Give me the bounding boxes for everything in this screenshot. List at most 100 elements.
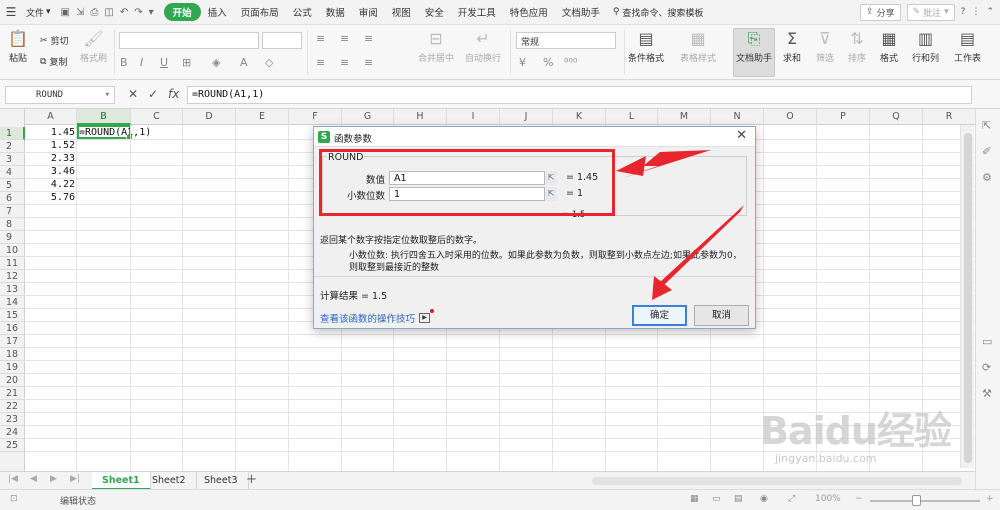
- zoom-slider-handle[interactable]: [912, 495, 921, 506]
- export-icon[interactable]: ⇲: [76, 7, 84, 18]
- cell-b1[interactable]: =ROUND(A1,1): [79, 126, 151, 139]
- align-middle-icon[interactable]: ≡: [340, 32, 349, 45]
- row-header-21[interactable]: 21: [0, 387, 25, 400]
- select-all-corner[interactable]: [0, 109, 25, 125]
- property-icon[interactable]: ⚙: [982, 171, 992, 184]
- select-icon[interactable]: ⇱: [982, 119, 991, 132]
- auto-wrap-button[interactable]: ↵ 自动换行: [465, 30, 501, 65]
- align-bottom-icon[interactable]: ≡: [364, 32, 373, 45]
- row-header-4[interactable]: 4: [0, 166, 25, 179]
- row-header-7[interactable]: 7: [0, 205, 25, 218]
- view-normal-icon[interactable]: ▦: [690, 494, 699, 504]
- tab-doc-helper[interactable]: 文档助手: [555, 5, 607, 19]
- row-col-button[interactable]: ▥ 行和列: [912, 30, 939, 65]
- backup-icon[interactable]: ⟳: [982, 361, 991, 374]
- column-header-g[interactable]: G: [342, 109, 394, 125]
- tab-data[interactable]: 数据: [319, 5, 352, 19]
- cell-a6[interactable]: 5.76: [25, 191, 75, 204]
- tab-review[interactable]: 审阅: [352, 5, 385, 19]
- file-menu[interactable]: 文件 ▾: [22, 6, 55, 19]
- format-painter-button[interactable]: 🖌 格式刷: [80, 30, 107, 65]
- sheet-tab-2[interactable]: Sheet2: [142, 472, 197, 490]
- save-icon[interactable]: ▣: [61, 7, 70, 18]
- sort-button[interactable]: ⇅ 排序: [848, 30, 866, 65]
- column-header-a[interactable]: A: [25, 109, 77, 125]
- undo-icon[interactable]: ↶: [120, 7, 128, 18]
- column-header-l[interactable]: L: [606, 109, 658, 125]
- row-header-6[interactable]: 6: [0, 192, 25, 205]
- tab-security[interactable]: 安全: [418, 5, 451, 19]
- cell-a5[interactable]: 4.22: [25, 178, 75, 191]
- panel-icon[interactable]: ▭: [982, 335, 992, 348]
- column-header-q[interactable]: Q: [870, 109, 923, 125]
- column-header-m[interactable]: M: [658, 109, 711, 125]
- view-break-icon[interactable]: ▤: [734, 494, 743, 504]
- add-sheet-icon[interactable]: +: [246, 472, 257, 487]
- fill-color-icon[interactable]: ◈: [212, 56, 220, 69]
- doc-helper-button[interactable]: ⎘ 文档助手: [736, 30, 772, 65]
- percent-icon[interactable]: %: [543, 56, 553, 69]
- format-button[interactable]: ▦ 格式: [880, 30, 898, 65]
- fx-icon[interactable]: fx: [168, 87, 179, 101]
- print-icon[interactable]: ⎙: [90, 7, 98, 18]
- row-header-8[interactable]: 8: [0, 218, 25, 231]
- prev-sheet-icon[interactable]: ◀: [30, 474, 37, 484]
- collapse-dialog-icon[interactable]: ⇱: [544, 187, 557, 201]
- menu-icon[interactable]: ☰: [0, 5, 22, 19]
- eye-protect-icon[interactable]: ◉: [760, 494, 768, 504]
- column-header-n[interactable]: N: [711, 109, 764, 125]
- formula-input[interactable]: =ROUND(A1,1): [187, 86, 972, 104]
- ok-button[interactable]: 确定: [632, 305, 687, 326]
- fullscreen-icon[interactable]: ⤢: [788, 494, 795, 504]
- cancel-icon[interactable]: ✕: [128, 87, 138, 101]
- align-right-icon[interactable]: ≡: [364, 56, 373, 69]
- cell-a1[interactable]: 1.45: [25, 126, 75, 139]
- row-header-20[interactable]: 20: [0, 374, 25, 387]
- border-icon[interactable]: ⊞: [182, 56, 191, 69]
- merge-center-button[interactable]: ⊟ 合并居中: [418, 30, 454, 65]
- column-header-b[interactable]: B: [77, 109, 131, 125]
- cell-a3[interactable]: 2.33: [25, 152, 75, 165]
- row-header-2[interactable]: 2: [0, 140, 25, 153]
- align-left-icon[interactable]: ≡: [316, 56, 325, 69]
- tool-icon[interactable]: ⚒: [982, 387, 992, 400]
- row-header-25[interactable]: 25: [0, 439, 25, 452]
- column-header-k[interactable]: K: [553, 109, 606, 125]
- row-header-24[interactable]: 24: [0, 426, 25, 439]
- cell-a4[interactable]: 3.46: [25, 165, 75, 178]
- row-header-1[interactable]: 1: [0, 127, 25, 140]
- row-header-18[interactable]: 18: [0, 348, 25, 361]
- row-header-9[interactable]: 9: [0, 231, 25, 244]
- column-header-f[interactable]: F: [289, 109, 342, 125]
- row-header-17[interactable]: 17: [0, 335, 25, 348]
- view-page-icon[interactable]: ▭: [712, 494, 721, 504]
- row-header-22[interactable]: 22: [0, 400, 25, 413]
- help-icon[interactable]: ?: [961, 7, 966, 17]
- tab-formulas[interactable]: 公式: [286, 5, 319, 19]
- column-header-d[interactable]: D: [183, 109, 236, 125]
- row-header-10[interactable]: 10: [0, 244, 25, 257]
- paste-button[interactable]: 📋 粘贴: [8, 30, 28, 65]
- column-header-j[interactable]: J: [500, 109, 553, 125]
- font-name-select[interactable]: [119, 32, 259, 49]
- underline-icon[interactable]: U: [160, 56, 168, 69]
- filter-button[interactable]: ⊽ 筛选: [816, 30, 834, 65]
- dialog-title-bar[interactable]: S 函数参数 ✕: [314, 127, 755, 147]
- more-icon[interactable]: ⋮: [971, 7, 980, 17]
- cancel-button[interactable]: 取消: [694, 305, 749, 326]
- font-size-select[interactable]: [262, 32, 302, 49]
- customize-icon[interactable]: ▾: [149, 7, 154, 18]
- thousands-icon[interactable]: ⁰⁰⁰: [564, 56, 577, 69]
- collapse-dialog-icon[interactable]: ⇱: [544, 171, 557, 185]
- currency-icon[interactable]: ¥: [519, 56, 526, 69]
- arg-input-digits[interactable]: 1: [389, 187, 557, 201]
- font-color-icon[interactable]: A: [240, 56, 248, 69]
- align-top-icon[interactable]: ≡: [316, 32, 325, 45]
- row-header-13[interactable]: 13: [0, 283, 25, 296]
- conditional-format-button[interactable]: ▤ 条件格式: [628, 30, 664, 65]
- row-header-15[interactable]: 15: [0, 309, 25, 322]
- name-box[interactable]: ROUND ▾: [5, 86, 115, 104]
- row-header-12[interactable]: 12: [0, 270, 25, 283]
- row-header-19[interactable]: 19: [0, 361, 25, 374]
- italic-icon[interactable]: I: [140, 56, 143, 69]
